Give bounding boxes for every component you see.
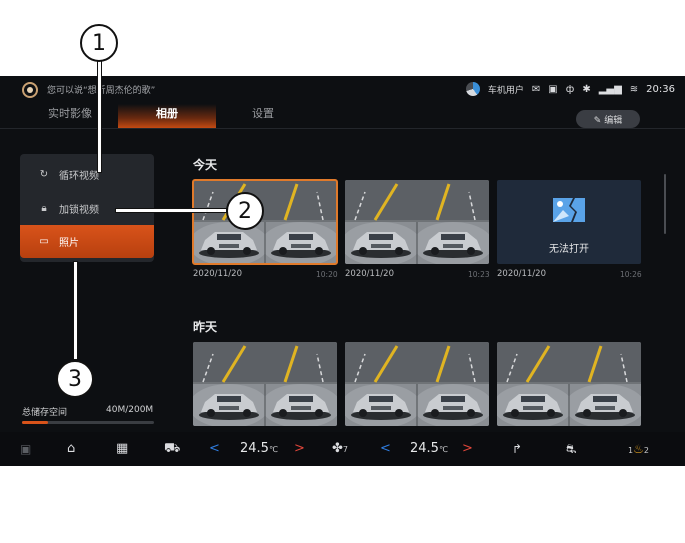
album-category-menu: ↻ 循环视频 🔒︎ 加锁视频 ▭ 照片 xyxy=(20,154,154,262)
photo-icon: ▭ xyxy=(39,236,49,247)
callout-3-leader xyxy=(74,262,77,359)
clock: 20:36 xyxy=(646,83,675,95)
menu-item-label: 循环视频 xyxy=(59,170,99,182)
section-title-today: 今天 xyxy=(193,158,218,172)
temp-decrease-right-icon[interactable]: < xyxy=(380,440,391,458)
seat-level-right: 2 xyxy=(643,446,649,455)
user-name[interactable]: 车机用户 xyxy=(488,83,524,96)
thumbnail-time: 10:26 xyxy=(620,270,642,279)
storage-bar xyxy=(22,421,154,424)
section-title-yesterday: 昨天 xyxy=(193,320,218,334)
callout-1: 1 xyxy=(80,24,118,62)
thumbnail-time: 10:23 xyxy=(468,270,490,279)
tab-divider xyxy=(0,128,685,129)
car-icon[interactable]: ⛟ xyxy=(164,440,180,458)
callout-2: 2 xyxy=(226,192,264,230)
right-temp-value: 24.5 xyxy=(410,441,439,456)
status-bar: 您可以说“想听周杰伦的歌” 车机用户 ✉ ▣ ф ✱ ▂▄▆ ≋ 20:36 xyxy=(0,76,685,102)
wifi-icon: ≋ xyxy=(629,83,639,95)
fan-level: 7 xyxy=(342,445,348,454)
video-thumbnail[interactable] xyxy=(192,179,338,265)
voice-assistant-icon[interactable] xyxy=(22,82,38,98)
menu-item-photos[interactable]: ▭ 照片 xyxy=(20,225,154,258)
tab-live-view[interactable]: 实时影像 xyxy=(40,104,100,128)
left-temp-value: 24.5 xyxy=(240,441,269,456)
signal-icon: ▂▄▆ xyxy=(598,83,622,95)
airflow-icon[interactable]: ↱ xyxy=(512,440,522,458)
storage-fill xyxy=(22,421,49,424)
temp-unit: ℃ xyxy=(438,445,448,454)
menu-item-loop-video[interactable]: ↻ 循环视频 xyxy=(20,159,154,189)
infotainment-screen: 您可以说“想听周杰伦的歌” 车机用户 ✉ ▣ ф ✱ ▂▄▆ ≋ 20:36 实… xyxy=(0,76,685,466)
temp-increase-right-icon[interactable]: > xyxy=(462,440,473,458)
video-thumbnail[interactable] xyxy=(345,180,489,264)
car-recirculation-icon[interactable]: ⛐ xyxy=(566,440,576,458)
voice-hint: 您可以说“想听周杰伦的歌” xyxy=(47,86,156,96)
tab-settings[interactable]: 设置 xyxy=(238,104,288,128)
home-icon[interactable]: ⌂ xyxy=(67,440,75,458)
video-thumbnail[interactable] xyxy=(497,342,641,426)
temp-unit: ℃ xyxy=(268,445,278,454)
lock-icon: 🔒︎ xyxy=(41,202,47,214)
page: 您可以说“想听周杰伦的歌” 车机用户 ✉ ▣ ф ✱ ▂▄▆ ≋ 20:36 实… xyxy=(0,0,685,543)
callout-1-leader xyxy=(98,60,101,172)
storage-value: 40M/200M xyxy=(106,405,154,415)
thumbnail-date: 2020/11/20 xyxy=(345,269,394,279)
callout-2-leader xyxy=(116,209,226,212)
phone-icon: ф xyxy=(565,83,575,95)
menu-item-locked-video[interactable]: 🔒︎ 加锁视频 xyxy=(20,193,154,223)
bluetooth-icon: ✱ xyxy=(582,83,591,95)
thumbnail-date: 2020/11/20 xyxy=(193,269,242,279)
scroll-indicator[interactable] xyxy=(664,174,666,234)
left-temperature: 24.5℃ xyxy=(240,440,278,459)
tab-album[interactable]: 相册 xyxy=(118,104,216,128)
thumbnail-time: 10:20 xyxy=(316,270,338,279)
user-avatar-icon[interactable] xyxy=(465,82,480,96)
loop-icon: ↻ xyxy=(39,168,49,180)
unopenable-label: 无法打开 xyxy=(549,244,589,255)
edit-button[interactable]: ✎ 编辑 xyxy=(576,110,640,128)
climate-bar: ▣ ⌂ ▦ ⛟ < 24.5℃ > ✤7 < 24.5℃ > ↱ ⛐ 1♨2 xyxy=(0,432,685,466)
status-right: 车机用户 ✉ ▣ ф ✱ ▂▄▆ ≋ 20:36 xyxy=(465,80,675,98)
fan-icon[interactable]: ✤7 xyxy=(332,440,348,459)
video-thumbnail[interactable] xyxy=(193,342,337,426)
thumbnail-date: 2020/11/20 xyxy=(497,269,546,279)
right-temperature: 24.5℃ xyxy=(410,440,448,459)
unopenable-thumbnail[interactable]: 无法打开 xyxy=(497,180,641,264)
broken-image-icon xyxy=(553,198,585,222)
apps-grid-icon[interactable]: ▦ xyxy=(116,440,128,458)
message-icon: ✉ xyxy=(531,83,541,95)
card-icon: ▣ xyxy=(548,83,558,95)
video-thumbnail[interactable] xyxy=(345,342,489,426)
seat-heat-icon[interactable]: 1♨2 xyxy=(628,440,649,460)
callout-3: 3 xyxy=(56,360,94,398)
app-drawer-icon[interactable]: ▣ xyxy=(20,440,31,458)
menu-item-label: 照片 xyxy=(59,238,79,249)
temp-increase-left-icon[interactable]: > xyxy=(294,440,305,458)
temp-decrease-left-icon[interactable]: < xyxy=(209,440,220,458)
menu-item-label: 加锁视频 xyxy=(59,204,99,216)
storage-label: 总储存空间 xyxy=(22,408,68,418)
